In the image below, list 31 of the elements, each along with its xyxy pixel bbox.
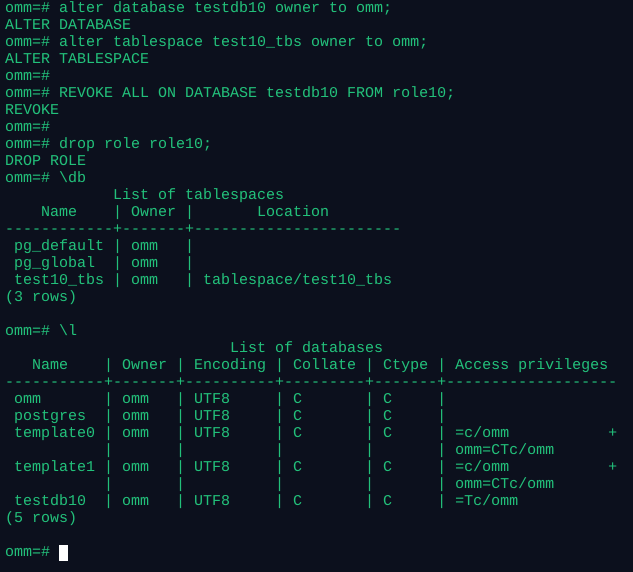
terminal-line: pg_global | omm |: [13, 255, 194, 272]
terminal-line: ALTER TABLESPACE: [5, 51, 150, 68]
terminal-line: omm=# \l: [5, 323, 78, 340]
terminal-line: pg_default | omm |: [13, 238, 194, 255]
terminal-line: omm=#: [5, 68, 50, 85]
terminal-line: test10_tbs | omm | tablespace/test10_tbs: [13, 272, 392, 289]
terminal-line: omm | omm | UTF8 | C | C |: [13, 391, 446, 408]
terminal-line: (3 rows): [5, 289, 78, 306]
terminal-line: | | | | | omm=CTc/omm: [103, 476, 554, 493]
terminal-line: ------------+-------+-----------------------: [5, 221, 402, 238]
terminal-line: omm=# \db: [5, 170, 86, 187]
terminal-line: omm=# alter tablespace test10_tbs owner to omm;: [5, 34, 428, 51]
terminal-line: | | | | | omm=CTc/omm: [103, 442, 554, 459]
terminal-line: List of databases: [229, 340, 384, 357]
terminal-line: DROP ROLE: [5, 153, 86, 170]
terminal-line: omm=# drop role role10;: [5, 136, 212, 153]
terminal-line: template0 | omm | UTF8 | C | C | =c/omm +: [13, 425, 618, 442]
terminal-line: List of tablespaces: [112, 187, 284, 204]
terminal-line: template1 | omm | UTF8 | C | C | =c/omm +: [13, 459, 618, 476]
terminal-line: -----------+-------+----------+---------+-------+-------------------: [5, 374, 618, 391]
terminal-line: omm=#: [5, 119, 50, 136]
terminal-line: (5 rows): [5, 510, 78, 527]
terminal-line: omm=#: [5, 544, 50, 561]
terminal-line: Name | Owner | Location: [40, 204, 330, 221]
terminal-line: testdb10 | omm | UTF8 | C | C | =Tc/omm: [13, 493, 518, 510]
terminal-line: omm=# REVOKE ALL ON DATABASE testdb10 FROM role10;: [5, 85, 456, 102]
terminal-line: Name | Owner | Encoding | Collate | Ctype | Access privileges: [31, 357, 608, 374]
terminal-line: postgres | omm | UTF8 | C | C |: [13, 408, 446, 425]
terminal-line: ALTER DATABASE: [5, 17, 132, 34]
terminal-line: omm=# alter database testdb10 owner to omm;: [5, 0, 392, 17]
terminal-line: REVOKE: [5, 102, 60, 119]
